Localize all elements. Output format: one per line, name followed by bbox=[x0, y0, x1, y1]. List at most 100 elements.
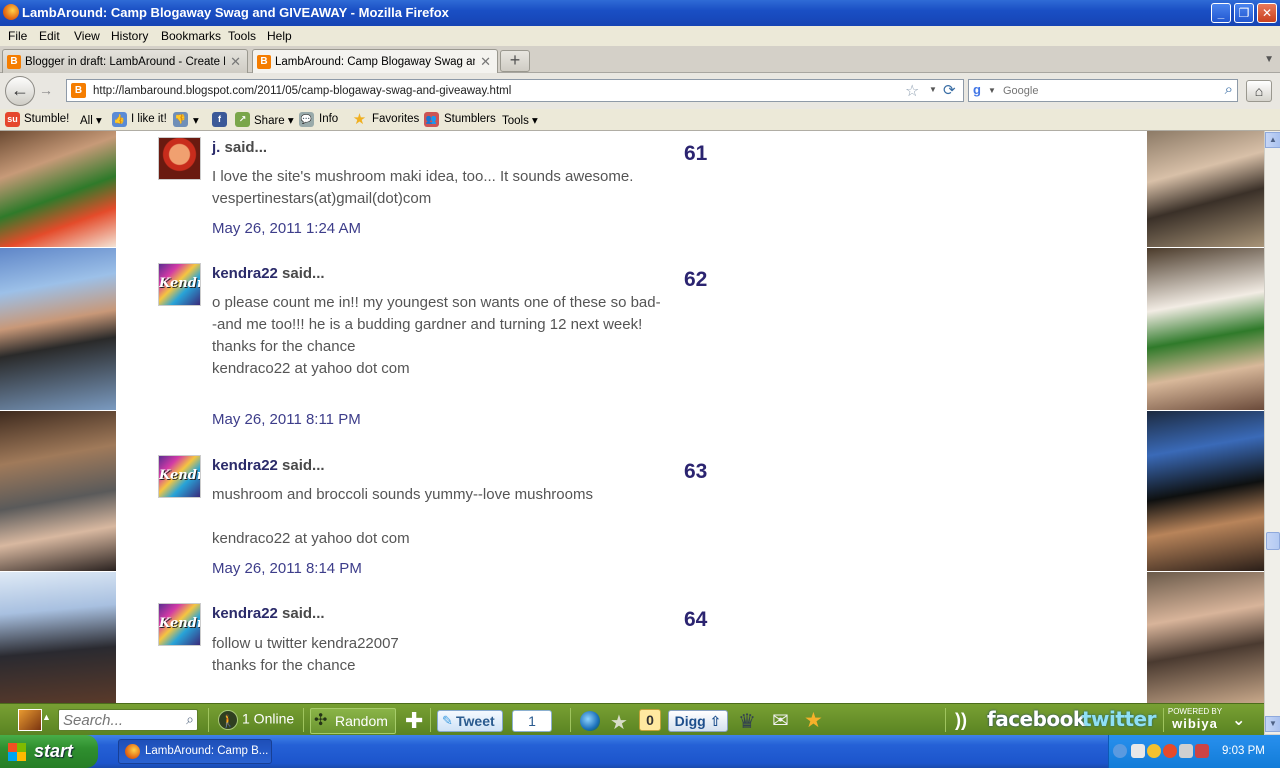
rss-icon[interactable]: )) bbox=[955, 710, 967, 734]
blog-comments: j. said... I love the site's mushroom ma… bbox=[117, 131, 1147, 703]
favorites-star-icon[interactable]: ★ bbox=[352, 112, 367, 127]
commenter-avatar[interactable] bbox=[158, 137, 201, 180]
all-dropdown[interactable]: All ▾ bbox=[80, 113, 102, 127]
url-input[interactable] bbox=[93, 82, 893, 99]
mail-icon[interactable]: ✉ bbox=[772, 708, 789, 732]
add-icon[interactable]: ✚ bbox=[405, 708, 423, 733]
blog-avatar-icon[interactable] bbox=[18, 709, 42, 731]
start-button[interactable]: start bbox=[0, 735, 98, 768]
menu-edit[interactable]: Edit bbox=[39, 29, 60, 43]
back-button[interactable]: ← bbox=[5, 76, 35, 106]
bookmark-star-icon[interactable]: ☆ bbox=[905, 81, 919, 101]
search-input[interactable] bbox=[1003, 82, 1203, 99]
couple-photo bbox=[0, 411, 116, 571]
thumbs-down-icon[interactable]: 👎 bbox=[173, 112, 188, 127]
menu-help[interactable]: Help bbox=[267, 29, 292, 43]
twitter-link[interactable]: twitter bbox=[1082, 707, 1156, 731]
antivirus-icon[interactable] bbox=[1163, 744, 1177, 758]
minimize-button[interactable]: _ bbox=[1211, 3, 1231, 23]
thumbs-up-icon[interactable]: 👍 bbox=[112, 112, 127, 127]
menu-file[interactable]: File bbox=[8, 29, 27, 43]
share-icon[interactable]: ↗ bbox=[235, 112, 250, 127]
vertical-scrollbar[interactable]: ▲ ▼ bbox=[1264, 131, 1280, 734]
thumbs-dropdown-icon[interactable]: ▾ bbox=[193, 113, 199, 127]
random-post-button[interactable]: ✣ Random bbox=[310, 708, 396, 734]
forward-button[interactable]: → bbox=[36, 81, 56, 101]
commenter-avatar[interactable]: Kendra bbox=[158, 603, 201, 646]
history-dropdown-icon[interactable]: ▼ bbox=[929, 85, 937, 94]
clock[interactable]: 9:03 PM bbox=[1222, 745, 1265, 757]
tweet-count: 1 bbox=[512, 710, 552, 732]
stumblers-icon[interactable]: 👥 bbox=[424, 112, 439, 127]
collapse-up-icon[interactable]: ▲ bbox=[42, 712, 51, 736]
firefox-icon bbox=[125, 744, 140, 759]
i-like-it-button[interactable]: I like it! bbox=[131, 113, 167, 125]
rating-count: 0 bbox=[639, 709, 661, 731]
divider bbox=[430, 708, 431, 732]
search-icon[interactable]: ⌕ bbox=[1225, 81, 1233, 98]
app-tray-icon[interactable] bbox=[1195, 744, 1209, 758]
stumble-button[interactable]: Stumble! bbox=[24, 113, 69, 125]
address-bar[interactable]: B ☆ ▼ ⟳ bbox=[66, 79, 964, 102]
tab-bar: B Blogger in draft: LambAround - Create … bbox=[0, 46, 1280, 74]
menu-tools[interactable]: Tools bbox=[228, 29, 256, 43]
rate-star-icon[interactable]: ★ bbox=[610, 710, 628, 734]
close-tab-icon[interactable]: ✕ bbox=[480, 54, 491, 70]
comment-timestamp[interactable]: May 26, 2011 8:14 PM bbox=[212, 560, 362, 577]
close-tab-icon[interactable]: ✕ bbox=[230, 54, 241, 70]
commenter-avatar[interactable]: Kendra bbox=[158, 455, 201, 498]
comment-body: mushroom and broccoli sounds yummy--love… bbox=[212, 486, 593, 547]
reload-icon[interactable]: ⟳ bbox=[943, 81, 956, 99]
comment-body: o please count me in!! my youngest son w… bbox=[212, 294, 661, 377]
author-link[interactable]: kendra22 bbox=[212, 605, 278, 622]
stumbleupon-icon[interactable]: su bbox=[5, 112, 20, 127]
info-button[interactable]: Info bbox=[319, 113, 338, 125]
facebook-small-icon[interactable]: f bbox=[212, 112, 227, 127]
crown-icon[interactable]: ♛ bbox=[738, 709, 756, 733]
info-bubble-icon[interactable]: 💬 bbox=[299, 112, 314, 127]
close-button[interactable]: ✕ bbox=[1257, 3, 1277, 23]
menu-history[interactable]: History bbox=[111, 29, 148, 43]
scroll-up-icon[interactable]: ▲ bbox=[1265, 132, 1280, 148]
globe-icon[interactable] bbox=[580, 711, 600, 731]
author-link[interactable]: kendra22 bbox=[212, 265, 278, 282]
comment-timestamp[interactable]: May 26, 2011 8:11 PM bbox=[212, 411, 361, 428]
tab-list-arrow-icon[interactable]: ▼ bbox=[1264, 54, 1274, 65]
wibiya-search-box[interactable]: ⌕ bbox=[58, 709, 198, 731]
security-icon[interactable] bbox=[1147, 744, 1161, 758]
menu-bookmarks[interactable]: Bookmarks bbox=[161, 29, 221, 43]
network-icon[interactable] bbox=[1131, 744, 1145, 758]
collapse-toolbar-icon[interactable]: ⌄ bbox=[1232, 710, 1245, 734]
favorites-button[interactable]: Favorites bbox=[372, 113, 419, 125]
new-tab-button[interactable]: + bbox=[500, 50, 530, 72]
tab-blogger-draft[interactable]: B Blogger in draft: LambAround - Create … bbox=[2, 49, 248, 73]
blogger-icon: B bbox=[7, 55, 21, 69]
scroll-down-icon[interactable]: ▼ bbox=[1265, 716, 1280, 732]
taskbar-firefox-item[interactable]: LambAround: Camp B... bbox=[118, 739, 272, 764]
author-link[interactable]: kendra22 bbox=[212, 457, 278, 474]
commenter-avatar[interactable]: Kendra bbox=[158, 263, 201, 306]
comment-timestamp[interactable]: May 26, 2011 1:24 AM bbox=[212, 220, 361, 237]
tab-lambaround[interactable]: B LambAround: Camp Blogaway Swag and ...… bbox=[252, 49, 498, 74]
online-users-button[interactable]: 🚶 1 Online bbox=[218, 710, 294, 734]
maximize-button[interactable]: ❐ bbox=[1234, 3, 1254, 23]
powered-by-wibiya[interactable]: POWERED BY wibiya bbox=[1167, 707, 1223, 731]
tweet-button[interactable]: ✎ Tweet bbox=[437, 710, 503, 732]
share-button[interactable]: Share ▾ bbox=[254, 113, 294, 127]
wireless-icon[interactable] bbox=[1179, 744, 1193, 758]
search-icon[interactable]: ⌕ bbox=[186, 711, 194, 728]
search-engine-dropdown-icon[interactable]: ▼ bbox=[988, 86, 996, 95]
google-icon[interactable]: g bbox=[973, 82, 981, 97]
favorite-star-icon[interactable]: ★ bbox=[804, 708, 823, 732]
windows-taskbar: start LambAround: Camp B... 9:03 PM bbox=[0, 735, 1280, 768]
menu-view[interactable]: View bbox=[74, 29, 100, 43]
wibiya-search-input[interactable] bbox=[63, 712, 173, 729]
facebook-link[interactable]: facebook bbox=[987, 707, 1086, 731]
stumblers-button[interactable]: Stumblers bbox=[444, 113, 496, 125]
tray-expand-icon[interactable] bbox=[1113, 744, 1127, 758]
home-button[interactable]: ⌂ bbox=[1246, 80, 1272, 102]
tools-dropdown[interactable]: Tools ▾ bbox=[502, 113, 538, 127]
search-bar[interactable]: g ▼ ⌕ bbox=[968, 79, 1238, 102]
scroll-thumb[interactable] bbox=[1266, 532, 1280, 550]
digg-button[interactable]: Digg ⇧ bbox=[668, 710, 728, 732]
